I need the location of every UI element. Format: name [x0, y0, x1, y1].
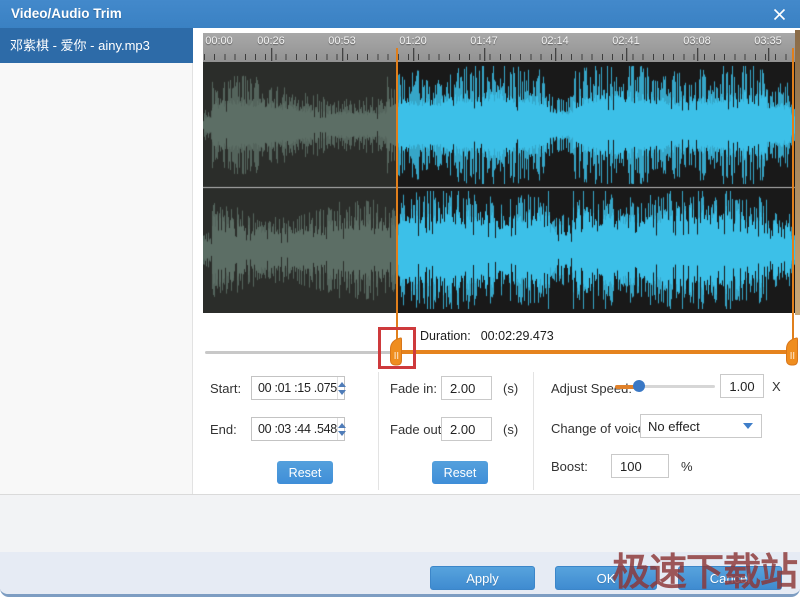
ruler-label: 02:41 [612, 35, 640, 47]
voice-dropdown[interactable]: No effect [640, 414, 762, 438]
fade-in-value: 2.00 [450, 381, 475, 396]
trim-end-handle[interactable] [785, 337, 798, 366]
boost-unit: % [681, 459, 693, 474]
voice-label: Change of voice: [551, 421, 649, 436]
fade-in-label: Fade in: [390, 381, 437, 396]
ruler-label: 00:26 [257, 35, 285, 47]
spin-up-icon[interactable] [338, 423, 346, 428]
column-divider [378, 372, 379, 490]
column-divider [533, 372, 534, 490]
fade-out-unit: (s) [503, 422, 518, 437]
start-label: Start: [210, 381, 241, 396]
close-icon [773, 8, 786, 21]
ruler-label: 01:47 [470, 35, 498, 47]
speed-slider-thumb[interactable] [633, 380, 645, 392]
apply-button[interactable]: Apply [430, 566, 535, 590]
fade-out-input[interactable]: 2.00 [441, 417, 492, 441]
end-time-input[interactable]: 00 :03 :44 .548 [251, 417, 345, 441]
selection-duration: Duration: 00:02:29.473 [420, 329, 554, 343]
ruler-label: 00:53 [328, 35, 356, 47]
start-time-spinner[interactable] [337, 377, 346, 399]
end-label: End: [210, 422, 237, 437]
duration-value: 00:02:29.473 [481, 329, 554, 343]
ruler-label: 02:14 [541, 35, 569, 47]
speed-slider[interactable] [615, 379, 715, 393]
speed-input[interactable]: 1.00 [720, 374, 764, 398]
trim-end-marker-line[interactable] [792, 48, 794, 344]
panel-right-edge [795, 30, 800, 315]
start-time-value: 00 :01 :15 .075 [252, 381, 337, 395]
fade-in-input[interactable]: 2.00 [441, 376, 492, 400]
boost-label: Boost: [551, 459, 588, 474]
file-list-sidebar: 邓紫棋 - 爱你 - ainy.mp3 [0, 28, 193, 494]
start-time-input[interactable]: 00 :01 :15 .075 [251, 376, 345, 400]
fade-in-unit: (s) [503, 381, 518, 396]
fade-out-value: 2.00 [450, 422, 475, 437]
spin-up-icon[interactable] [338, 382, 346, 387]
title-bar: Video/Audio Trim [0, 0, 800, 28]
ruler-label: 03:08 [683, 35, 711, 47]
speed-value: 1.00 [729, 379, 754, 394]
chevron-down-icon [743, 423, 753, 429]
fade-reset-button[interactable]: Reset [432, 461, 488, 484]
playlist-item-selected[interactable]: 邓紫棋 - 爱你 - ainy.mp3 [0, 28, 193, 63]
spin-down-icon[interactable] [338, 390, 346, 395]
ruler-label: 00:00 [205, 35, 233, 47]
trim-range-selected[interactable] [397, 350, 793, 354]
duration-label: Duration: [420, 329, 471, 343]
close-button[interactable] [768, 4, 790, 24]
site-watermark: 极速下载站 [612, 541, 797, 596]
end-time-spinner[interactable] [337, 418, 346, 440]
end-time-value: 00 :03 :44 .548 [252, 422, 337, 436]
trim-reset-button[interactable]: Reset [277, 461, 333, 484]
voice-selected-value: No effect [641, 419, 743, 434]
drag-handle-icon [785, 337, 798, 366]
trim-start-marker-line[interactable] [396, 48, 398, 353]
spin-down-icon[interactable] [338, 431, 346, 436]
trim-dialog: Video/Audio Trim 邓紫棋 - 爱你 - ainy.mp3 00:… [0, 0, 800, 597]
boost-input[interactable]: 100 [611, 454, 669, 478]
ruler-label: 03:35 [754, 35, 782, 47]
boost-value: 100 [620, 459, 642, 474]
timeline-ruler[interactable]: 00:00 00:26 00:53 01:20 01:47 02:14 02:4… [203, 33, 795, 62]
annotation-highlight-box [378, 327, 416, 369]
waveform-canvas[interactable] [203, 62, 795, 313]
dialog-title: Video/Audio Trim [11, 0, 122, 28]
fade-out-label: Fade out: [390, 422, 445, 437]
speed-unit: X [772, 379, 781, 394]
ruler-label: 01:20 [399, 35, 427, 47]
